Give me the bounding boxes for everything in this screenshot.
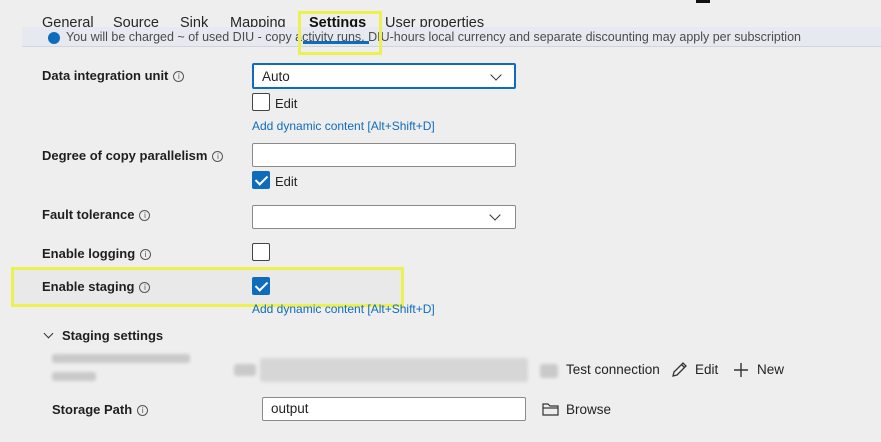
info-icon[interactable]: i bbox=[212, 151, 224, 162]
window-edge-marker bbox=[696, 0, 710, 3]
linked-service-select[interactable] bbox=[260, 358, 528, 382]
info-icon[interactable]: i bbox=[140, 249, 152, 260]
chevron-down-icon bbox=[490, 69, 502, 81]
diu-select-value: Auto bbox=[262, 69, 290, 84]
settings-tab-highlight bbox=[298, 11, 382, 55]
test-connection-button[interactable]: Test connection bbox=[566, 362, 660, 377]
storage-path-input[interactable]: output bbox=[262, 397, 526, 421]
edit-button[interactable]: Edit bbox=[695, 362, 718, 377]
info-icon[interactable]: i bbox=[139, 282, 151, 293]
pencil-icon[interactable] bbox=[671, 362, 689, 378]
folder-icon[interactable] bbox=[542, 402, 559, 416]
info-icon[interactable]: i bbox=[173, 71, 185, 82]
redacted-icon bbox=[234, 364, 256, 376]
parallelism-edit-label: Edit bbox=[275, 174, 298, 189]
logging-label-text: Enable logging bbox=[42, 246, 136, 261]
staging-checkbox[interactable] bbox=[252, 277, 270, 295]
banner-text: You will be charged ~ of used DIU - copy… bbox=[66, 30, 801, 44]
storage-path-label-text: Storage Path bbox=[52, 402, 133, 417]
fault-tolerance-select[interactable] bbox=[252, 205, 516, 229]
parallelism-label: Degree of copy parallelism i bbox=[42, 148, 224, 163]
diu-edit-checkbox[interactable] bbox=[252, 93, 270, 111]
chevron-down-icon bbox=[489, 209, 501, 221]
parallelism-edit-checkbox[interactable] bbox=[252, 171, 270, 189]
diu-edit-label: Edit bbox=[275, 96, 298, 111]
storage-path-label: Storage Path i bbox=[52, 402, 149, 417]
diu-dynamic-content-link[interactable]: Add dynamic content [Alt+Shift+D] bbox=[252, 119, 435, 133]
staging-dynamic-content-link[interactable]: Add dynamic content [Alt+Shift+D] bbox=[252, 302, 435, 316]
redacted-label bbox=[52, 372, 96, 381]
redacted-label bbox=[52, 354, 190, 363]
diu-label: Data integration unit i bbox=[42, 68, 185, 83]
info-banner: You will be charged ~ of used DIU - copy… bbox=[22, 27, 881, 47]
plug-icon bbox=[540, 364, 558, 378]
diu-label-text: Data integration unit bbox=[42, 68, 169, 83]
info-icon[interactable]: i bbox=[137, 405, 149, 416]
fault-tolerance-label: Fault tolerance i bbox=[42, 207, 151, 222]
logging-checkbox[interactable] bbox=[252, 243, 270, 261]
info-icon bbox=[48, 32, 60, 44]
browse-button[interactable]: Browse bbox=[566, 402, 611, 417]
staging-label-text: Enable staging bbox=[42, 279, 135, 294]
new-button[interactable]: New bbox=[757, 362, 784, 377]
fault-tolerance-label-text: Fault tolerance bbox=[42, 207, 135, 222]
parallelism-label-text: Degree of copy parallelism bbox=[42, 148, 208, 163]
info-icon[interactable]: i bbox=[139, 210, 151, 221]
plus-icon[interactable] bbox=[733, 362, 749, 378]
diu-select[interactable]: Auto bbox=[252, 63, 516, 89]
storage-path-input-value: output bbox=[271, 401, 309, 416]
staging-settings-title[interactable]: Staging settings bbox=[62, 328, 163, 343]
parallelism-input[interactable] bbox=[252, 143, 516, 167]
logging-label: Enable logging i bbox=[42, 246, 152, 261]
chevron-down-icon[interactable] bbox=[43, 328, 54, 339]
staging-label: Enable staging i bbox=[42, 279, 151, 294]
